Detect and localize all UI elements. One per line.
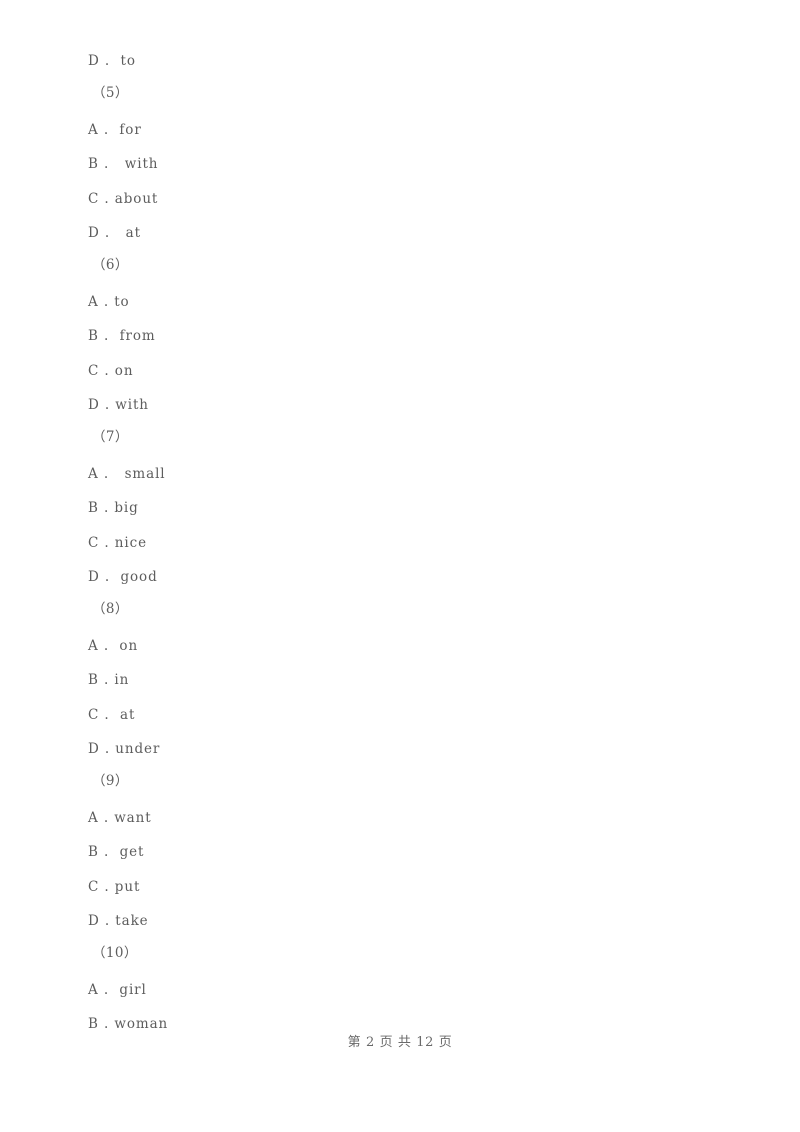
question-number-line: （5） [92,85,129,101]
answer-option-line: A . to [88,294,130,310]
answer-option-line: B . woman [88,1016,169,1032]
answer-option-line: A . small [88,466,166,482]
question-number-line: （10） [92,945,138,961]
answer-option-line: D . to [88,53,136,69]
answer-option-line: A . for [88,122,142,138]
question-number-line: （7） [92,429,129,445]
answer-option-line: D . at [88,225,141,241]
answer-option-line: A . on [88,638,139,654]
answer-option-line: D . take [88,913,149,929]
answer-option-line: B . big [88,500,139,516]
answer-option-line: B . from [88,328,156,344]
answer-option-line: C . about [88,191,159,207]
question-number-line: （8） [92,601,129,617]
answer-option-line: B . with [88,156,159,172]
answer-option-line: B . get [88,844,145,860]
answer-option-line: C . put [88,879,141,895]
answer-option-line: C . at [88,707,136,723]
page-footer: 第 2 页 共 12 页 [347,1035,453,1050]
answer-option-line: D . with [88,397,149,413]
answer-option-line: A . want [88,810,152,826]
answer-option-line: C . nice [88,535,147,551]
answer-option-line: B . in [88,672,130,688]
question-number-line: （6） [92,257,129,273]
document-page: D . to （5） A . for B . with C . about D . at （… [0,0,800,1132]
answer-option-line: A . girl [88,982,147,998]
answer-option-line: C . on [88,363,134,379]
answer-option-line: D . under [88,741,161,757]
question-number-line: （9） [92,773,129,789]
answer-option-line: D . good [88,569,158,585]
